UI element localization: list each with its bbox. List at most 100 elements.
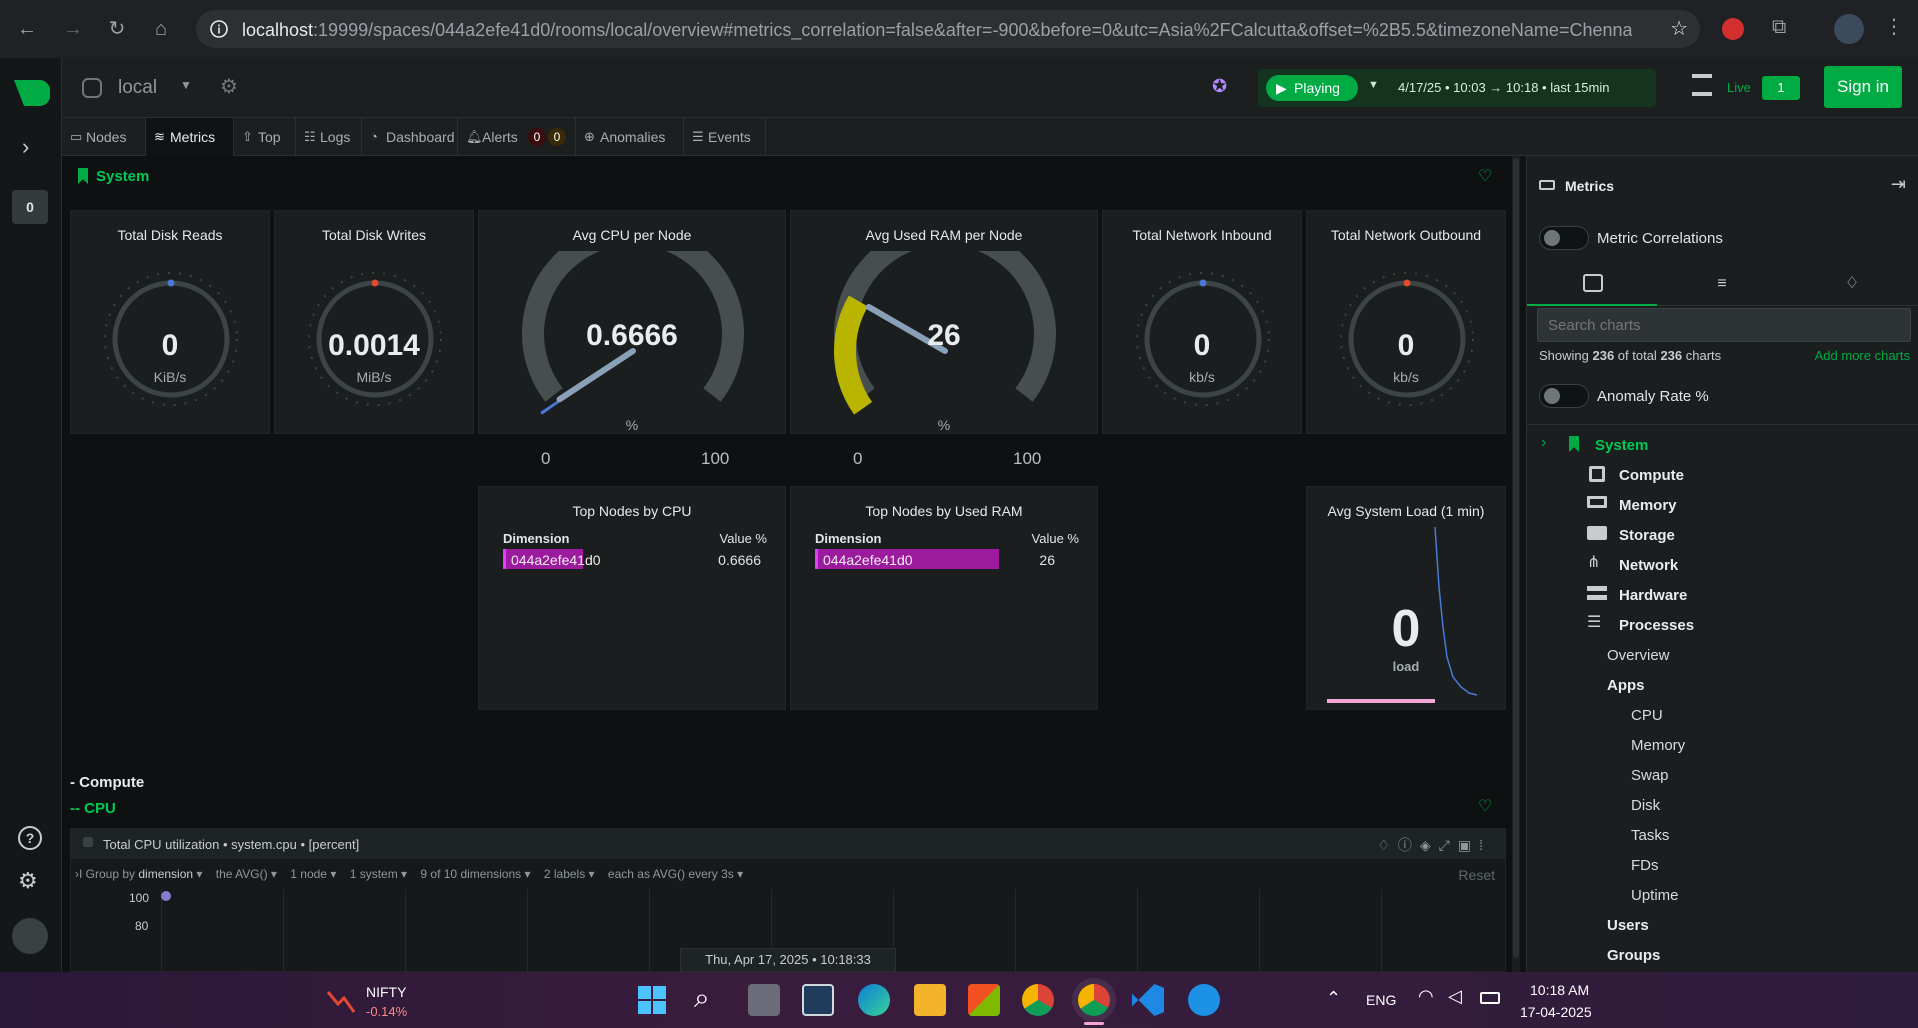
filter-systems[interactable]: 1 system <box>350 867 398 881</box>
tree-item-overview[interactable]: Overview <box>1607 647 1670 664</box>
tree-item-network[interactable]: Network <box>1619 557 1678 574</box>
filter-group-by[interactable]: ›I Group by dimension ▾ <box>75 867 202 881</box>
chrome-profile-icon[interactable] <box>1078 984 1110 1016</box>
gauge-card-net-inbound[interactable]: Total Network Inbound 0 kb/s <box>1102 210 1302 434</box>
tray-chevron-icon[interactable]: ⌃ <box>1326 988 1341 1009</box>
avg-load-card[interactable]: Avg System Load (1 min) 0 load <box>1306 486 1506 710</box>
tree-item-groups[interactable]: Groups <box>1607 947 1660 964</box>
tree-item-processes[interactable]: Processes <box>1619 617 1694 634</box>
filter-aggregation[interactable]: the AVG() <box>216 867 268 881</box>
layers-icon[interactable]: ◈ <box>1420 837 1439 853</box>
tree-item-apps-swap[interactable]: Swap <box>1631 767 1669 784</box>
netdata-logo[interactable] <box>12 78 50 108</box>
drag-handle-icon[interactable]: ⁞ <box>1479 837 1491 853</box>
live-count-badge[interactable]: 1 <box>1762 76 1800 100</box>
search-charts-input[interactable] <box>1537 308 1911 342</box>
space-badge[interactable]: 0 <box>12 190 48 224</box>
back-icon[interactable]: ← <box>12 14 42 44</box>
edge-browser-icon[interactable] <box>858 984 890 1016</box>
tree-item-users[interactable]: Users <box>1607 917 1649 934</box>
help-icon[interactable]: ? <box>18 826 42 850</box>
collapse-panel-icon[interactable]: ⇥ <box>1891 174 1906 195</box>
cpu-favorite-icon[interactable]: ♡ <box>1478 796 1492 816</box>
tab-anomalies[interactable]: ⊕ Anomalies <box>576 118 684 156</box>
anomaly-rate-toggle[interactable] <box>1539 384 1589 408</box>
sign-in-button[interactable]: Sign in <box>1824 66 1902 108</box>
top-nodes-cpu-card[interactable]: Top Nodes by CPU Dimension Value % 044a2… <box>478 486 786 710</box>
time-range[interactable]: 4/17/25 • 10:03 → 10:18 • last 15min <box>1398 80 1609 95</box>
gauge-card-ram[interactable]: Avg Used RAM per Node 26 % 0 100 <box>790 210 1098 468</box>
add-more-charts-link[interactable]: Add more charts <box>1815 348 1910 363</box>
forward-icon[interactable]: → <box>58 14 88 44</box>
room-dropdown-icon[interactable]: ▼ <box>180 78 192 92</box>
fullscreen-icon[interactable]: ⤢ <box>1439 837 1458 853</box>
tree-item-storage[interactable]: Storage <box>1619 527 1675 544</box>
reset-button[interactable]: Reset <box>1458 867 1495 883</box>
user-avatar-icon[interactable] <box>12 918 48 954</box>
search-icon[interactable]: ⌕ <box>694 982 710 1015</box>
panel-tab-charts[interactable] <box>1527 262 1657 306</box>
reload-icon[interactable]: ↻ <box>102 14 132 44</box>
playing-button[interactable]: ▶ Playing <box>1266 75 1358 101</box>
tab-logs[interactable]: ☷ Logs <box>296 118 362 156</box>
metric-correlations-toggle[interactable] <box>1539 226 1589 250</box>
room-name[interactable]: local <box>118 77 157 99</box>
clock-time[interactable]: 10:18 AM <box>1530 982 1589 998</box>
expand-rail-icon[interactable]: › <box>22 134 29 160</box>
vscode-icon[interactable] <box>1132 984 1164 1016</box>
node-name[interactable]: 044a2efe41d0 <box>823 552 913 568</box>
section-favorite-icon[interactable]: ♡ <box>1478 166 1492 186</box>
tree-expand-icon[interactable]: › <box>1541 434 1546 452</box>
tree-item-apps-fds[interactable]: FDs <box>1631 857 1659 874</box>
alert-bell-icon[interactable]: ♢ <box>1377 837 1398 853</box>
battery-icon[interactable] <box>1480 992 1500 1004</box>
gauge-card-disk-reads[interactable]: Total Disk Reads 0 KiB/s <box>70 210 270 434</box>
gauge-card-disk-writes[interactable]: Total Disk Writes 0.0014 MiB/s <box>274 210 474 434</box>
tree-item-apps-disk[interactable]: Disk <box>1631 797 1660 814</box>
volume-icon[interactable]: ◁ <box>1448 986 1462 1007</box>
extensions-puzzle-icon[interactable]: ⧉ <box>1772 16 1786 39</box>
stock-down-icon[interactable] <box>326 986 356 1016</box>
address-bar[interactable]: localhost:19999/spaces/044a2efe41d0/room… <box>196 10 1700 48</box>
gauge-card-cpu[interactable]: Avg CPU per Node 0.6666 % 0 100 <box>478 210 786 468</box>
docker-icon[interactable] <box>1188 984 1220 1016</box>
top-nodes-ram-card[interactable]: Top Nodes by Used RAM Dimension Value % … <box>790 486 1098 710</box>
browser-menu-icon[interactable]: ⋮ <box>1884 14 1904 39</box>
main-scrollbar-thumb[interactable] <box>1513 158 1519 958</box>
home-icon[interactable]: ⌂ <box>146 14 176 44</box>
tree-item-memory[interactable]: Memory <box>1619 497 1677 514</box>
tree-item-apps-uptime[interactable]: Uptime <box>1631 887 1679 904</box>
site-info-icon[interactable] <box>210 20 228 38</box>
extension-icon[interactable] <box>1722 18 1744 40</box>
tree-item-apps-cpu[interactable]: CPU <box>1631 707 1663 724</box>
tab-metrics[interactable]: ≋ Metrics <box>146 118 234 156</box>
wifi-icon[interactable]: ◠ <box>1418 986 1434 1007</box>
chrome-icon[interactable] <box>1022 984 1054 1016</box>
settings-gear-icon[interactable]: ⚙ <box>18 868 38 894</box>
ms-store-icon[interactable] <box>968 984 1000 1016</box>
tips-bulb-icon[interactable]: ✪ <box>1212 76 1227 97</box>
widgets-icon[interactable] <box>802 984 834 1016</box>
playing-dropdown-icon[interactable]: ▼ <box>1368 79 1379 91</box>
panel-tab-alerts[interactable]: ♢ <box>1787 262 1917 306</box>
tree-item-system[interactable]: System <box>1595 437 1648 454</box>
language-indicator[interactable]: ENG <box>1366 992 1396 1008</box>
tab-alerts[interactable]: 🔔︎ Alerts 0 0 <box>458 118 576 156</box>
node-name[interactable]: 044a2efe41d0 <box>511 552 601 568</box>
filter-labels[interactable]: 2 labels <box>544 867 585 881</box>
tab-top[interactable]: ⇧ Top <box>234 118 296 156</box>
profile-avatar[interactable] <box>1834 14 1864 44</box>
tree-item-apps-tasks[interactable]: Tasks <box>1631 827 1669 844</box>
gauge-card-net-outbound[interactable]: Total Network Outbound 0 kb/s <box>1306 210 1506 434</box>
windows-start-icon[interactable] <box>638 986 666 1014</box>
save-icon[interactable]: ▣ <box>1458 837 1479 853</box>
filter-dimensions[interactable]: 9 of 10 dimensions <box>420 867 521 881</box>
file-explorer-icon[interactable] <box>914 984 946 1016</box>
bookmark-star-icon[interactable]: ☆ <box>1670 16 1688 41</box>
tree-item-compute[interactable]: Compute <box>1619 467 1684 484</box>
clock-date[interactable]: 17-04-2025 <box>1520 1004 1592 1020</box>
tab-nodes[interactable]: ▭ Nodes <box>62 118 146 156</box>
tree-item-apps-memory[interactable]: Memory <box>1631 737 1685 754</box>
filter-nodes[interactable]: 1 node <box>290 867 327 881</box>
tab-dashboard[interactable]: ◔ Dashboard <box>362 118 458 156</box>
